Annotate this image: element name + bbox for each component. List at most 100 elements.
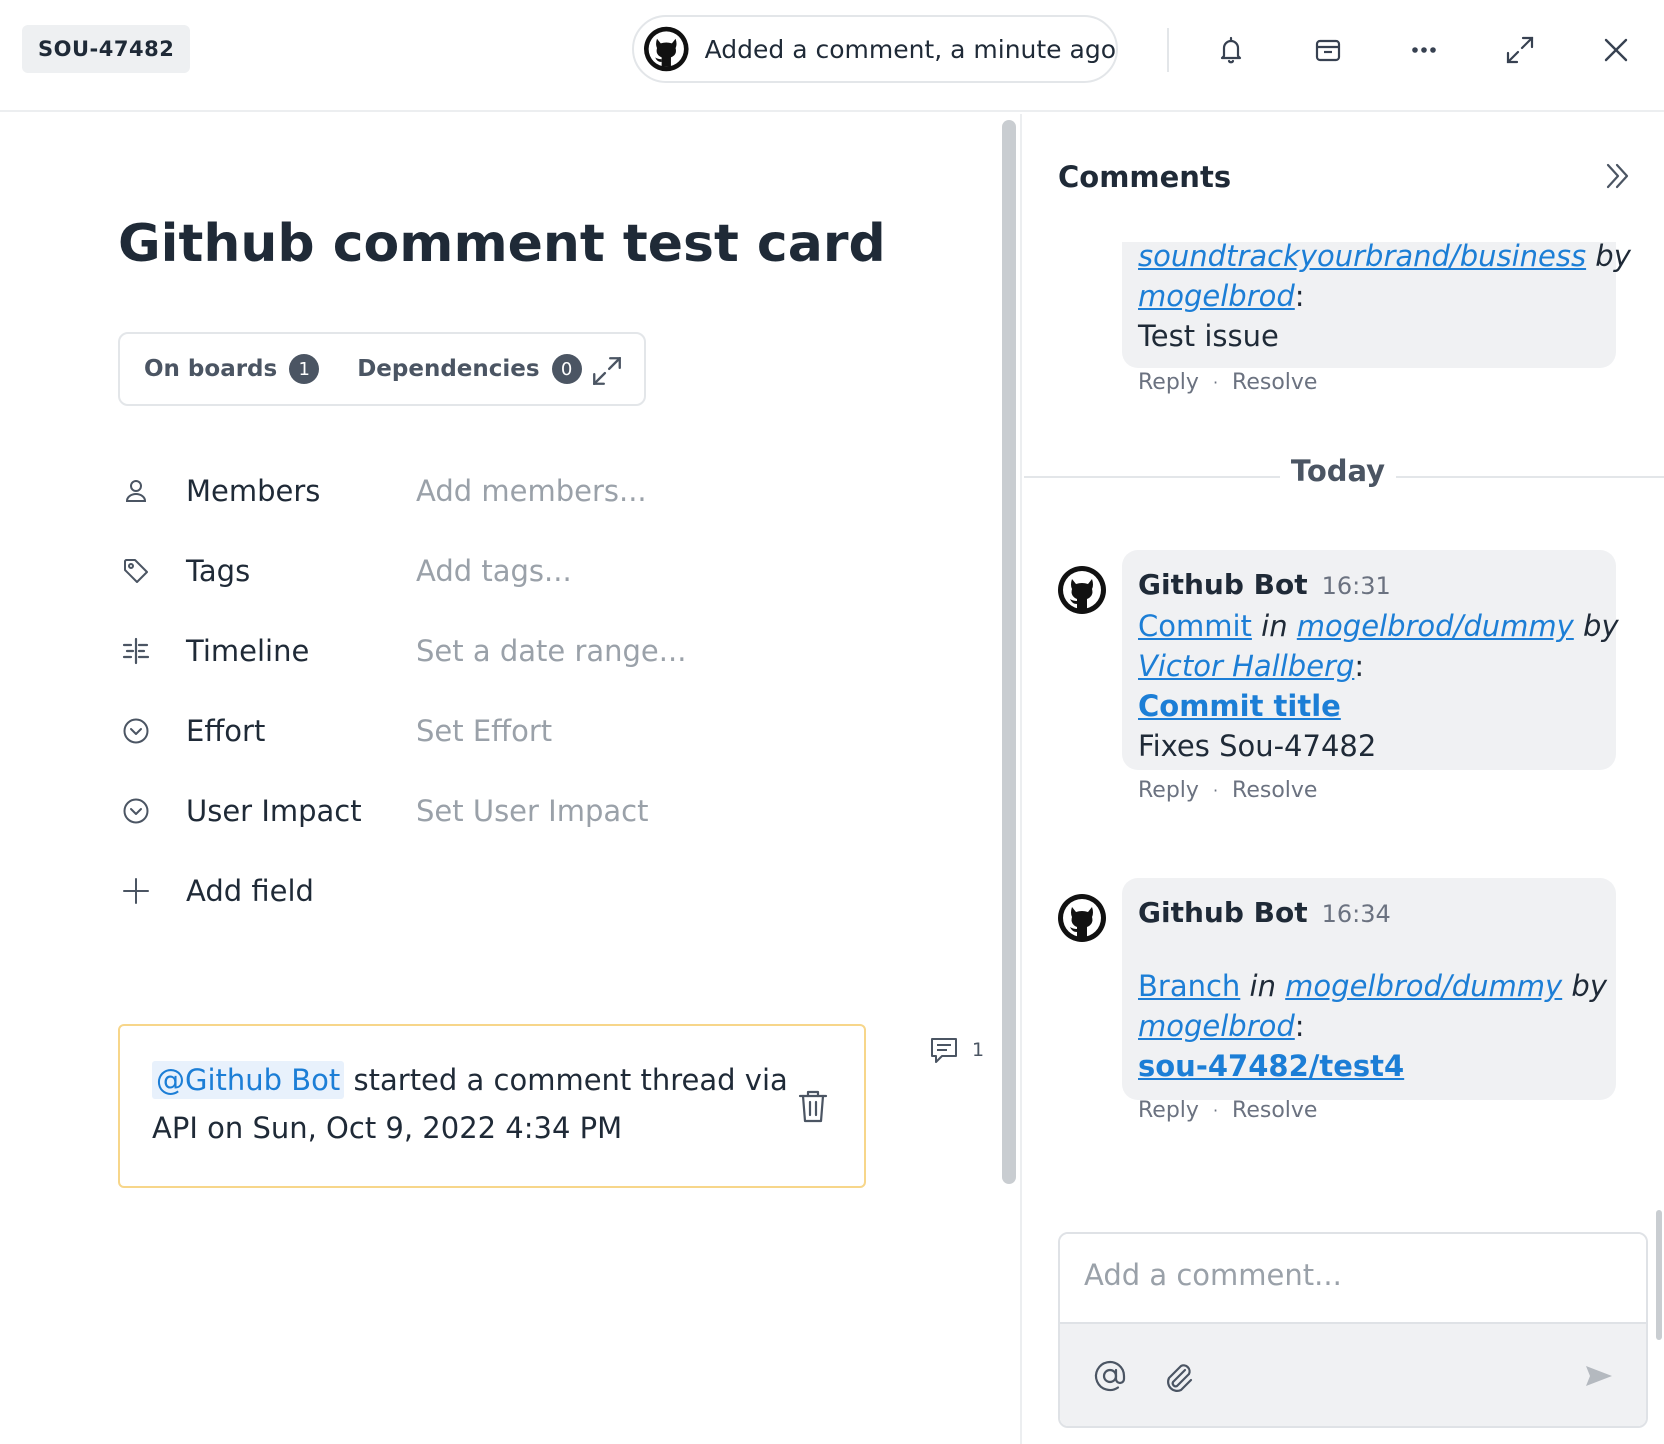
- commit-title-link[interactable]: Commit title: [1138, 689, 1341, 723]
- bell-icon[interactable]: [1210, 29, 1252, 71]
- comment-icon: [931, 1038, 957, 1063]
- comments-title: Comments: [1058, 160, 1232, 194]
- thread-text: @Github Bot started a comment thread via…: [152, 1056, 792, 1152]
- action-separator: ·: [1212, 781, 1219, 800]
- mention-icon[interactable]: [1092, 1358, 1128, 1394]
- comment-bubble: Github Bot 16:34 Branch in mogelbrod/dumm…: [1122, 878, 1616, 1100]
- field-value[interactable]: Set User Impact: [416, 794, 648, 828]
- dependencies-count: 0: [551, 354, 582, 384]
- by-text: by: [1573, 609, 1619, 643]
- mention-chip[interactable]: @Github Bot: [152, 1061, 345, 1099]
- resolve-button[interactable]: Resolve: [1232, 1098, 1317, 1123]
- add-field-button[interactable]: Add field: [118, 866, 818, 916]
- comment-author[interactable]: Github Bot: [1138, 896, 1308, 929]
- field-value[interactable]: Add tags...: [416, 554, 572, 588]
- comment-actions: Reply · Resolve: [1138, 778, 1317, 803]
- on-boards-chip[interactable]: On boards 1: [144, 354, 320, 384]
- repo-link[interactable]: mogelbrod/dummy: [1297, 609, 1574, 643]
- resolve-button[interactable]: Resolve: [1232, 778, 1317, 803]
- branch-link[interactable]: Branch: [1138, 969, 1240, 1003]
- archive-icon[interactable]: [1307, 29, 1349, 71]
- trash-icon[interactable]: [796, 1088, 830, 1124]
- tag-icon: [118, 553, 154, 589]
- composer-toolbar: [1060, 1324, 1646, 1426]
- expand-icon[interactable]: [1499, 29, 1541, 71]
- chevron-circle-icon: [118, 713, 154, 749]
- reply-button[interactable]: Reply: [1138, 1098, 1199, 1123]
- comments-panel: Comments soundtrackyourbrand/business by…: [1024, 114, 1664, 1444]
- card-details-pane: Github comment test card On boards 1 Dep…: [0, 114, 996, 1444]
- colon-text: :: [1354, 649, 1365, 683]
- author-link[interactable]: mogelbrod: [1138, 279, 1295, 313]
- comment-count[interactable]: 1: [928, 1034, 984, 1066]
- chevron-circle-icon: [118, 793, 154, 829]
- comment-composer: Add a comment...: [1058, 1232, 1648, 1428]
- field-tags[interactable]: Tags Add tags...: [118, 546, 818, 596]
- by-text: by: [1586, 242, 1631, 273]
- card-title[interactable]: Github comment test card: [118, 214, 886, 274]
- comment-author[interactable]: Github Bot: [1138, 568, 1308, 601]
- collapse-panel-icon[interactable]: [1598, 156, 1638, 196]
- branch-title-link[interactable]: sou-47482/test4: [1138, 1049, 1404, 1083]
- field-value[interactable]: Add members...: [416, 474, 647, 508]
- field-label: Members: [186, 474, 321, 508]
- comment-actions: Reply · Resolve: [1138, 370, 1317, 395]
- field-label: User Impact: [186, 794, 362, 828]
- repo-link[interactable]: mogelbrod/dummy: [1285, 969, 1562, 1003]
- in-text: in: [1251, 609, 1297, 643]
- comment-input[interactable]: Add a comment...: [1060, 1234, 1646, 1324]
- reply-button[interactable]: Reply: [1138, 778, 1199, 803]
- repo-link[interactable]: soundtrackyourbrand/business: [1138, 242, 1586, 273]
- header-divider: [1167, 28, 1169, 72]
- field-members[interactable]: Members Add members...: [118, 466, 818, 516]
- field-user-impact[interactable]: User Impact Set User Impact: [118, 786, 818, 836]
- activity-text: Added a comment, a minute ago: [704, 34, 1116, 64]
- send-icon[interactable]: [1580, 1358, 1616, 1394]
- on-boards-label: On boards: [144, 356, 278, 382]
- field-value[interactable]: Set Effort: [416, 714, 552, 748]
- field-timeline[interactable]: Timeline Set a date range...: [118, 626, 818, 676]
- comment-count-value: 1: [972, 1039, 985, 1061]
- comment-bubble: soundtrackyourbrand/business by mogelbro…: [1122, 242, 1631, 368]
- comment-list-clip: soundtrackyourbrand/business by mogelbro…: [1024, 242, 1664, 370]
- on-boards-count: 1: [289, 354, 320, 384]
- by-text: by: [1562, 969, 1607, 1003]
- commit-link[interactable]: Commit: [1138, 609, 1252, 643]
- dependencies-chip[interactable]: Dependencies 0: [357, 354, 582, 384]
- person-icon: [118, 473, 154, 509]
- field-value[interactable]: Set a date range...: [416, 634, 686, 668]
- github-avatar-icon[interactable]: [1058, 566, 1106, 614]
- user-link[interactable]: mogelbrod: [1138, 1009, 1295, 1043]
- action-separator: ·: [1212, 373, 1219, 392]
- date-divider-label: Today: [1280, 454, 1396, 488]
- colon-text: :: [1294, 279, 1305, 313]
- field-label: Timeline: [186, 634, 310, 668]
- dependencies-label: Dependencies: [357, 356, 540, 382]
- expand-relations-icon[interactable]: [590, 354, 624, 388]
- colon-text: :: [1294, 1009, 1305, 1043]
- resolve-button[interactable]: Resolve: [1232, 370, 1317, 395]
- user-link[interactable]: Victor Hallberg: [1138, 649, 1354, 683]
- card-header: SOU-47482 Added a comment, a minute ago: [0, 0, 1664, 112]
- relations-box: On boards 1 Dependencies 0: [118, 332, 646, 406]
- comment-time: 16:31: [1321, 572, 1391, 600]
- left-scrollbar-thumb[interactable]: [1002, 120, 1016, 1184]
- card-id-badge[interactable]: SOU-47482: [22, 25, 191, 73]
- comment-thread-highlight[interactable]: @Github Bot started a comment thread via…: [118, 1024, 866, 1188]
- close-icon[interactable]: [1595, 29, 1637, 71]
- comment-bubble: Github Bot 16:31 Commit in mogelbrod/dumm…: [1122, 550, 1619, 770]
- timeline-icon: [118, 633, 154, 669]
- comment-body: Fixes Sou-47482: [1138, 729, 1377, 763]
- paperclip-icon[interactable]: [1160, 1358, 1196, 1394]
- comments-scrollbar-thumb[interactable]: [1656, 1210, 1662, 1340]
- more-icon[interactable]: [1403, 29, 1445, 71]
- github-icon: [644, 26, 689, 72]
- field-label: Tags: [186, 554, 251, 588]
- field-effort[interactable]: Effort Set Effort: [118, 706, 818, 756]
- in-text: in: [1240, 969, 1286, 1003]
- activity-pill[interactable]: Added a comment, a minute ago: [632, 15, 1118, 83]
- github-avatar-icon[interactable]: [1058, 894, 1106, 942]
- reply-button[interactable]: Reply: [1138, 370, 1199, 395]
- field-label: Effort: [186, 714, 266, 748]
- action-separator: ·: [1212, 1101, 1219, 1120]
